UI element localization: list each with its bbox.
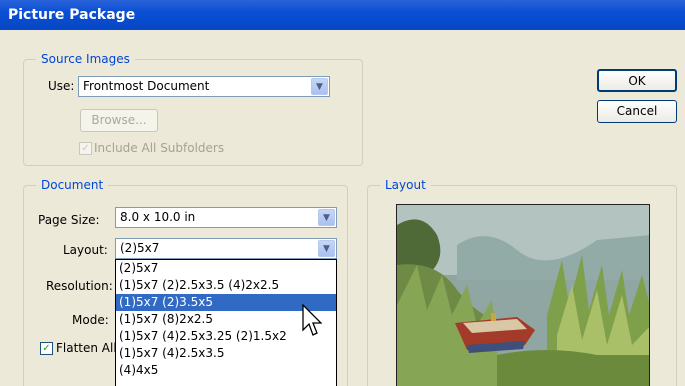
use-select-value: Frontmost Document <box>83 79 210 93</box>
ok-button-label: OK <box>628 74 646 88</box>
document-legend: Document <box>41 178 104 192</box>
title-bar[interactable]: Picture Package <box>0 0 685 30</box>
include-subfolders-label: Include All Subfolders <box>94 141 225 155</box>
mode-label: Mode: <box>72 313 109 327</box>
flatten-label: Flatten All <box>56 341 117 355</box>
arrow-cursor-icon <box>302 304 322 336</box>
page-size-value: 8.0 x 10.0 in <box>120 210 196 224</box>
layout-option[interactable]: (4)4x5 <box>116 362 336 379</box>
window-title: Picture Package <box>8 7 136 23</box>
photo-lake-boat <box>397 205 649 386</box>
layout-option[interactable]: (2)5x7 <box>116 260 336 277</box>
chevron-down-icon[interactable]: ▼ <box>318 240 335 257</box>
flatten-checkbox[interactable]: ✓ <box>40 342 53 355</box>
chevron-down-icon[interactable]: ▼ <box>318 209 335 226</box>
ok-button[interactable]: OK <box>597 69 677 92</box>
browse-button-label: Browse... <box>91 113 147 127</box>
use-label: Use: <box>48 79 75 93</box>
layout-preview-image <box>396 204 650 386</box>
cancel-button-label: Cancel <box>616 104 658 118</box>
use-select[interactable]: Frontmost Document ▼ <box>78 76 330 97</box>
layout-option[interactable]: (1)5x7 (2)2.5x3.5 (4)2x2.5 <box>116 277 336 294</box>
layout-select[interactable]: (2)5x7 ▼ <box>115 238 337 259</box>
layout-legend: Layout <box>385 178 426 192</box>
page-size-select[interactable]: 8.0 x 10.0 in ▼ <box>115 207 337 228</box>
include-subfolders-checkbox[interactable]: ✓ <box>79 142 92 155</box>
resolution-label: Resolution: <box>46 279 113 293</box>
layout-option[interactable]: (1)5x7 (4)2.5x3.5 <box>116 345 336 362</box>
chevron-down-icon[interactable]: ▼ <box>311 78 328 95</box>
cancel-button[interactable]: Cancel <box>597 100 677 123</box>
page-size-label: Page Size: <box>38 213 100 227</box>
source-images-legend: Source Images <box>41 52 130 66</box>
layout-value: (2)5x7 <box>120 241 160 255</box>
browse-button[interactable]: Browse... <box>80 109 158 132</box>
picture-package-dialog: Picture Package Source Images Use: Front… <box>0 0 685 386</box>
layout-label: Layout: <box>63 243 108 257</box>
